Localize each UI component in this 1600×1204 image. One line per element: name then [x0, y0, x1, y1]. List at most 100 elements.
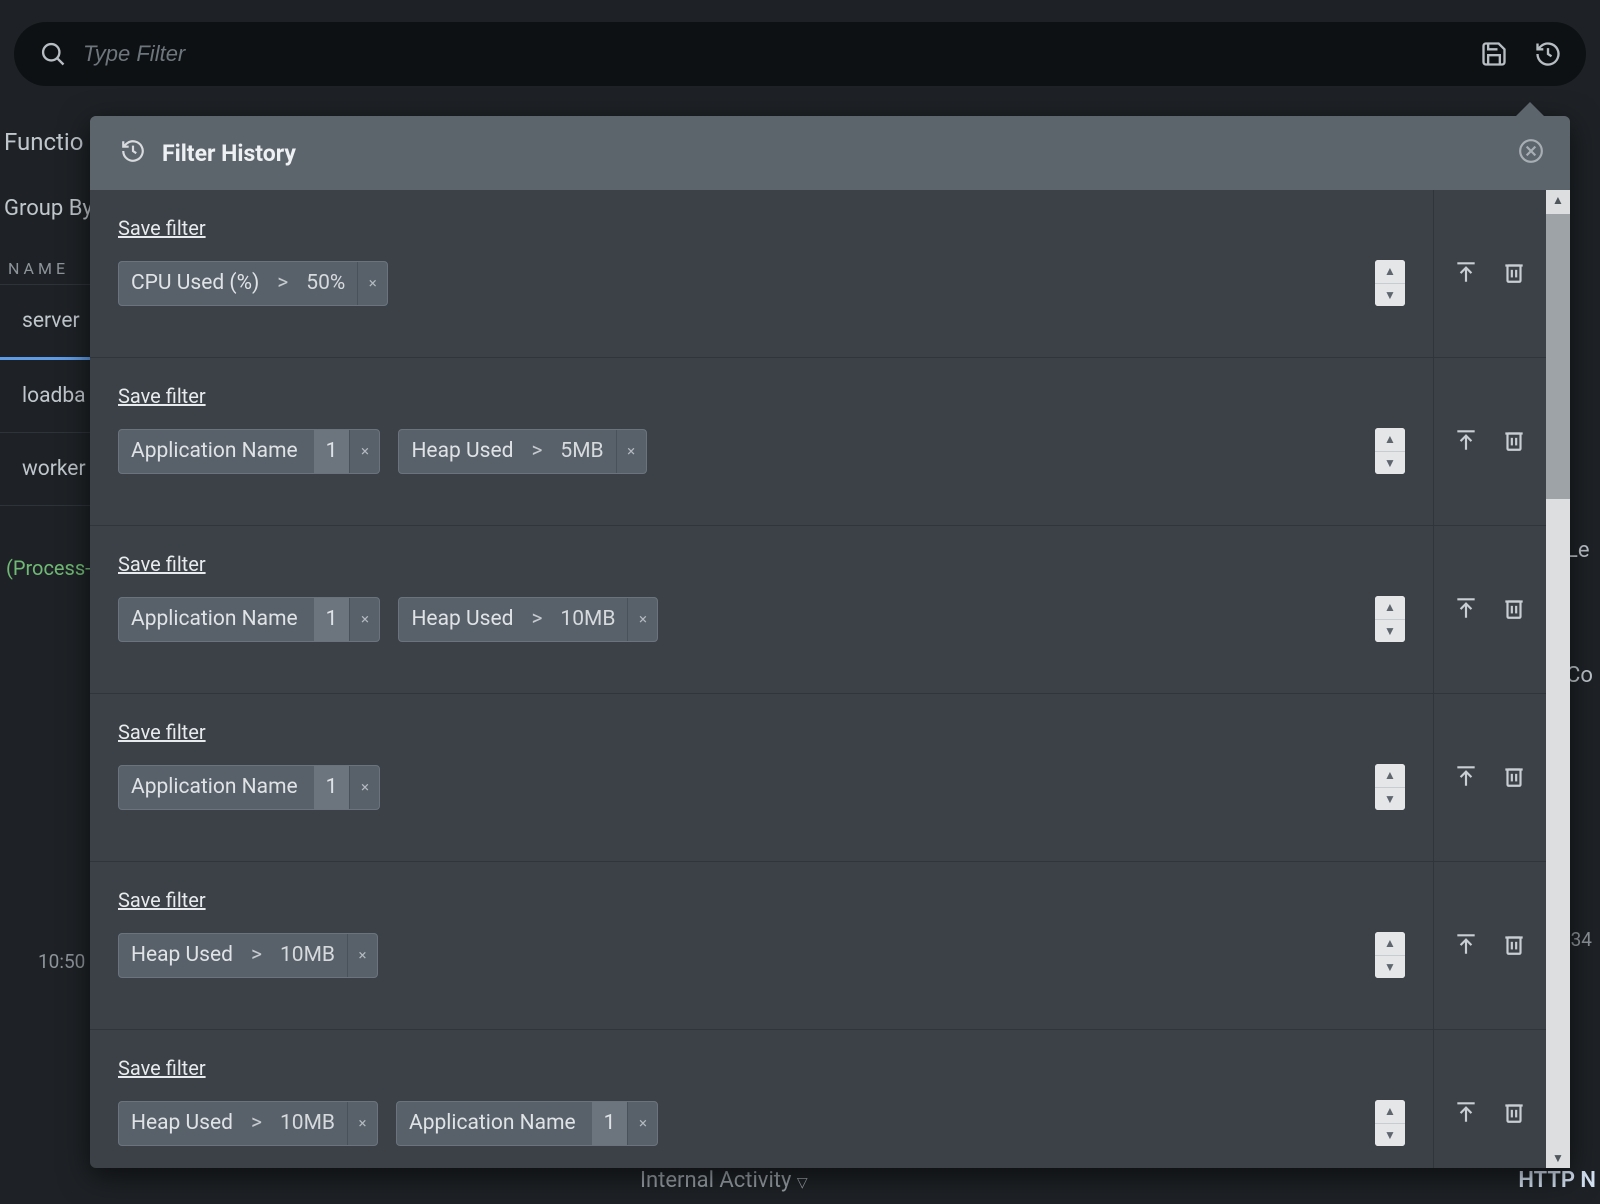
search-icon [38, 38, 69, 70]
stepper-up-button[interactable]: ▲ [1375, 764, 1405, 788]
scroll-up-button[interactable]: ▲ [1546, 190, 1570, 210]
stepper-up-button[interactable]: ▲ [1375, 428, 1405, 452]
chip-remove-button[interactable]: × [357, 262, 387, 305]
history-row: Save filter Application Name1× Heap Used>1… [90, 526, 1546, 694]
chip-value: 10MB [548, 598, 627, 641]
internal-activity-label: Internal Activity ▽ [640, 1168, 808, 1193]
history-icon[interactable] [1532, 38, 1564, 70]
chips-wrap: Application Name1× [118, 765, 1357, 810]
priority-stepper[interactable]: ▲▼ [1375, 764, 1405, 810]
topbar-wrapper [0, 0, 1600, 96]
stepper-up-button[interactable]: ▲ [1375, 596, 1405, 620]
priority-stepper[interactable]: ▲▼ [1375, 1100, 1405, 1146]
filter-chip[interactable]: Application Name1× [118, 597, 380, 642]
save-filter-icon[interactable] [1478, 38, 1510, 70]
history-row: Save filter Heap Used>10MB× Application Na… [90, 1030, 1546, 1168]
chip-label: Application Name [397, 1102, 588, 1145]
filter-chip[interactable]: Application Name1× [118, 765, 380, 810]
chip-remove-button[interactable]: × [349, 766, 379, 809]
chip-value: 10MB [268, 934, 347, 977]
save-filter-link[interactable]: Save filter [118, 1056, 206, 1080]
scroll-down-button[interactable]: ▼ [1546, 1148, 1570, 1168]
stepper-down-button[interactable]: ▼ [1375, 1124, 1405, 1147]
apply-filter-icon[interactable] [1453, 1099, 1479, 1129]
chip-remove-button[interactable]: × [627, 598, 657, 641]
chips-wrap: Heap Used>10MB× Application Name1× [118, 1101, 1357, 1146]
chip-remove-button[interactable]: × [347, 934, 377, 977]
stepper-up-button[interactable]: ▲ [1375, 260, 1405, 284]
chip-count: 1 [314, 766, 350, 809]
apply-filter-icon[interactable] [1453, 427, 1479, 457]
delete-filter-icon[interactable] [1501, 595, 1527, 625]
delete-filter-icon[interactable] [1501, 931, 1527, 961]
chip-operator: > [525, 598, 548, 641]
filter-chip[interactable]: Heap Used>10MB× [118, 933, 378, 978]
save-filter-link[interactable]: Save filter [118, 720, 206, 744]
chip-operator: > [245, 934, 268, 977]
delete-filter-icon[interactable] [1501, 763, 1527, 793]
chip-operator: > [525, 430, 548, 473]
stepper-down-button[interactable]: ▼ [1375, 788, 1405, 811]
bg-row-worker[interactable]: worker [0, 433, 100, 506]
close-popover-button[interactable] [1518, 138, 1544, 168]
stepper-down-button[interactable]: ▼ [1375, 284, 1405, 307]
popover-title: Filter History [162, 140, 296, 167]
chip-remove-button[interactable]: × [349, 598, 379, 641]
chip-remove-button[interactable]: × [616, 430, 646, 473]
timeline-tick: 10:50 [38, 950, 85, 973]
chip-count: 1 [314, 598, 350, 641]
delete-filter-icon[interactable] [1501, 427, 1527, 457]
delete-filter-icon[interactable] [1501, 1099, 1527, 1129]
save-filter-link[interactable]: Save filter [118, 216, 206, 240]
scrollbar-thumb[interactable] [1546, 214, 1570, 499]
filter-input[interactable] [83, 41, 1460, 67]
history-row-main: Save filter Application Name1× Heap Used>1… [90, 526, 1434, 693]
history-row-main: Save filter Heap Used>10MB× Application Na… [90, 1030, 1434, 1168]
history-row-main: Save filter Application Name1× ▲▼ [90, 694, 1434, 861]
filter-chip[interactable]: Application Name1× [118, 429, 380, 474]
filter-chip[interactable]: Heap Used>5MB× [398, 429, 646, 474]
apply-filter-icon[interactable] [1453, 259, 1479, 289]
chip-value: 5MB [548, 430, 615, 473]
chip-remove-button[interactable]: × [347, 1102, 377, 1145]
priority-stepper[interactable]: ▲▼ [1375, 428, 1405, 474]
chips-wrap: Application Name1× Heap Used>10MB× [118, 597, 1357, 642]
stepper-down-button[interactable]: ▼ [1375, 956, 1405, 979]
popover-header: Filter History [90, 116, 1570, 190]
stepper-down-button[interactable]: ▼ [1375, 620, 1405, 643]
save-filter-link[interactable]: Save filter [118, 552, 206, 576]
bg-row-loadba[interactable]: loadba [0, 360, 100, 433]
chip-label: Heap Used [119, 1102, 245, 1145]
chips-wrap: CPU Used (%)>50%× [118, 261, 1357, 306]
priority-stepper[interactable]: ▲▼ [1375, 260, 1405, 306]
topbar [14, 22, 1586, 86]
filter-chip[interactable]: CPU Used (%)>50%× [118, 261, 388, 306]
history-row-actions [1434, 358, 1546, 525]
chip-operator: > [271, 262, 294, 305]
apply-filter-icon[interactable] [1453, 595, 1479, 625]
chips-row: CPU Used (%)>50%× ▲▼ [118, 260, 1405, 306]
bg-row-server[interactable]: server [0, 285, 100, 360]
apply-filter-icon[interactable] [1453, 763, 1479, 793]
filter-chip[interactable]: Application Name1× [396, 1101, 658, 1146]
chips-row: Application Name1× Heap Used>5MB× ▲▼ [118, 428, 1405, 474]
stepper-up-button[interactable]: ▲ [1375, 1100, 1405, 1124]
delete-filter-icon[interactable] [1501, 259, 1527, 289]
stepper-up-button[interactable]: ▲ [1375, 932, 1405, 956]
priority-stepper[interactable]: ▲▼ [1375, 932, 1405, 978]
chip-remove-button[interactable]: × [627, 1102, 657, 1145]
history-row: Save filter Application Name1× ▲▼ [90, 694, 1546, 862]
history-list: Save filterCPU Used (%)>50%×▲▼Save filte… [90, 190, 1546, 1168]
priority-stepper[interactable]: ▲▼ [1375, 596, 1405, 642]
save-filter-link[interactable]: Save filter [118, 384, 206, 408]
apply-filter-icon[interactable] [1453, 931, 1479, 961]
scrollbar-track[interactable]: ▲ ▼ [1546, 190, 1570, 1168]
chip-remove-button[interactable]: × [349, 430, 379, 473]
chip-operator: > [245, 1102, 268, 1145]
history-row-actions [1434, 526, 1546, 693]
history-row-actions [1434, 862, 1546, 1029]
filter-chip[interactable]: Heap Used>10MB× [398, 597, 658, 642]
stepper-down-button[interactable]: ▼ [1375, 452, 1405, 475]
filter-chip[interactable]: Heap Used>10MB× [118, 1101, 378, 1146]
save-filter-link[interactable]: Save filter [118, 888, 206, 912]
